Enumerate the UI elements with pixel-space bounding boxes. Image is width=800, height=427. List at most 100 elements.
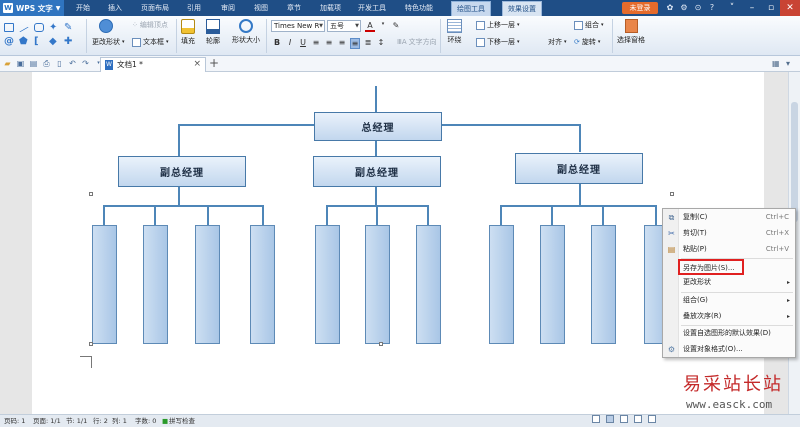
- selection-handle[interactable]: [89, 342, 93, 346]
- line-spacing-icon[interactable]: ↕: [376, 38, 386, 49]
- rotate-button[interactable]: ⟳ 旋转 ▾: [574, 37, 600, 47]
- tab-list-icon[interactable]: ▦: [772, 59, 782, 69]
- org-column-box[interactable]: [365, 225, 390, 344]
- login-button[interactable]: 未登录: [622, 2, 658, 14]
- change-shape-button[interactable]: 更改形状 ▾: [92, 37, 125, 47]
- menu-special[interactable]: 特色功能: [405, 0, 433, 16]
- text-box-button[interactable]: 文本框 ▾: [132, 37, 169, 47]
- menu-item-paste[interactable]: ▤ 粘贴(P) Ctrl+V: [663, 243, 795, 256]
- diamond-shape-icon[interactable]: ◆: [49, 36, 59, 46]
- menu-item-cut[interactable]: ✂ 剪切(T) Ctrl+X: [663, 227, 795, 240]
- align-right-icon[interactable]: ≡: [337, 38, 347, 49]
- scrollbar-thumb[interactable]: [791, 102, 798, 222]
- org-box-general-manager[interactable]: 总经理: [314, 112, 442, 141]
- org-column-box[interactable]: [591, 225, 616, 344]
- page-view-icon[interactable]: [606, 415, 614, 423]
- bring-forward-button[interactable]: 上移一层 ▾: [476, 20, 520, 30]
- outline-button[interactable]: 轮廓: [206, 19, 220, 46]
- skin-icon[interactable]: ✿: [664, 2, 676, 14]
- org-column-box[interactable]: [250, 225, 275, 344]
- gear-icon[interactable]: ⚙: [678, 2, 690, 14]
- org-column-box[interactable]: [315, 225, 340, 344]
- menu-page-layout[interactable]: 页面布局: [141, 0, 169, 16]
- justify-icon[interactable]: ≡: [350, 38, 360, 49]
- pentagon-shape-icon[interactable]: ⬟: [19, 36, 29, 46]
- minimize-button[interactable]: –: [742, 0, 762, 16]
- align-center-icon[interactable]: ≡: [324, 38, 334, 49]
- fill-button[interactable]: 填充: [181, 19, 195, 46]
- highlight-icon[interactable]: ✎: [391, 21, 401, 32]
- rounded-rect-shape-icon[interactable]: [34, 22, 44, 32]
- cross-shape-icon[interactable]: ✚: [64, 36, 74, 46]
- shape-gallery[interactable]: ✦ ✎ @ ⬟ [ ◆ ✚: [4, 20, 82, 52]
- at-shape-icon[interactable]: @: [4, 36, 14, 46]
- font-name-select[interactable]: Times New R ▼: [271, 20, 325, 32]
- font-size-select[interactable]: 五号 ▼: [327, 20, 361, 32]
- settings-icon[interactable]: ⊙: [692, 2, 704, 14]
- menu-review[interactable]: 审阅: [221, 0, 235, 16]
- menu-home[interactable]: 开始: [76, 0, 90, 16]
- menu-item-change-shape[interactable]: 更改形状 ▸: [663, 276, 795, 289]
- org-column-box[interactable]: [416, 225, 441, 344]
- status-spell-check[interactable]: 拼写检查: [169, 415, 195, 427]
- chevron-down-icon[interactable]: ▾: [378, 21, 388, 32]
- underline-icon[interactable]: U: [298, 38, 308, 49]
- ribbon-toggle-icon[interactable]: ˅: [722, 0, 742, 16]
- align-left-icon[interactable]: ≡: [311, 38, 321, 49]
- undo-icon[interactable]: ↶: [68, 59, 77, 68]
- org-column-box[interactable]: [540, 225, 565, 344]
- maximize-button[interactable]: ▫: [761, 0, 781, 16]
- menu-item-copy[interactable]: ⧉ 复制(C) Ctrl+C: [663, 211, 795, 224]
- menu-insert[interactable]: 插入: [108, 0, 122, 16]
- org-column-box[interactable]: [195, 225, 220, 344]
- redo-icon[interactable]: ↷: [81, 59, 90, 68]
- close-tab-icon[interactable]: ×: [193, 58, 201, 71]
- menu-view[interactable]: 视图: [254, 0, 268, 16]
- selection-handle[interactable]: [379, 342, 383, 346]
- change-shape-icon-wrap[interactable]: [99, 19, 113, 35]
- send-backward-button[interactable]: 下移一层 ▾: [476, 37, 520, 47]
- menu-addins[interactable]: 加载项: [320, 0, 341, 16]
- distribute-icon[interactable]: ≣: [363, 38, 373, 49]
- menu-references[interactable]: 引用: [187, 0, 201, 16]
- rectangle-shape-icon[interactable]: [4, 22, 14, 32]
- bold-icon[interactable]: B: [272, 38, 282, 49]
- org-box-deputy[interactable]: 副总经理: [118, 156, 246, 187]
- app-menu-button[interactable]: W WPS 文字 ▼: [0, 0, 64, 16]
- new-tab-button[interactable]: +: [209, 56, 219, 71]
- menu-item-format-object[interactable]: ⚙ 设置对象格式(O)...: [663, 343, 795, 356]
- selection-handle[interactable]: [670, 192, 674, 196]
- outline-view-icon[interactable]: [620, 415, 628, 423]
- print-icon[interactable]: ⎙: [42, 59, 51, 68]
- select-pane-button[interactable]: 选择窗格: [617, 19, 645, 45]
- group-button[interactable]: 组合 ▾: [574, 20, 604, 30]
- open-icon[interactable]: ▰: [3, 59, 12, 68]
- save-icon[interactable]: ▣: [16, 59, 25, 68]
- bracket-shape-icon[interactable]: [: [34, 36, 44, 46]
- menu-item-order[interactable]: 叠放次序(R) ▸: [663, 310, 795, 323]
- export-icon[interactable]: ▤: [29, 59, 38, 68]
- menu-item-group[interactable]: 组合(G) ▸: [663, 294, 795, 307]
- font-color-icon[interactable]: A: [365, 21, 375, 32]
- pen-shape-icon[interactable]: ✎: [64, 22, 74, 32]
- line-shape-icon[interactable]: [19, 26, 29, 32]
- menu-item-default-effect[interactable]: 设置自选图形的默认效果(D): [663, 327, 795, 340]
- tab-menu-icon[interactable]: ▾: [786, 59, 796, 69]
- reading-view-icon[interactable]: [648, 415, 656, 423]
- menu-developer[interactable]: 开发工具: [358, 0, 386, 16]
- tab-effects[interactable]: 效果设置: [502, 1, 542, 17]
- align-button[interactable]: 对齐 ▾: [548, 37, 567, 47]
- wrap-button[interactable]: 环绕: [447, 19, 462, 45]
- tab-drawing-tools[interactable]: 绘图工具: [451, 1, 491, 17]
- org-box-deputy[interactable]: 副总经理: [313, 156, 441, 187]
- text-direction-button[interactable]: ⅢA 文字方向: [397, 37, 437, 47]
- edit-vertices-button[interactable]: ⁘ 编辑顶点: [132, 20, 168, 30]
- org-box-deputy[interactable]: 副总经理: [515, 153, 643, 184]
- help-icon[interactable]: ?: [706, 2, 718, 14]
- org-column-box[interactable]: [489, 225, 514, 344]
- document-tab[interactable]: W 文档1 * ×: [100, 57, 206, 72]
- preview-icon[interactable]: ▯: [55, 59, 64, 68]
- shape-size-button[interactable]: 形状大小: [232, 19, 260, 45]
- menu-chapter[interactable]: 章节: [287, 0, 301, 16]
- web-view-icon[interactable]: [634, 415, 642, 423]
